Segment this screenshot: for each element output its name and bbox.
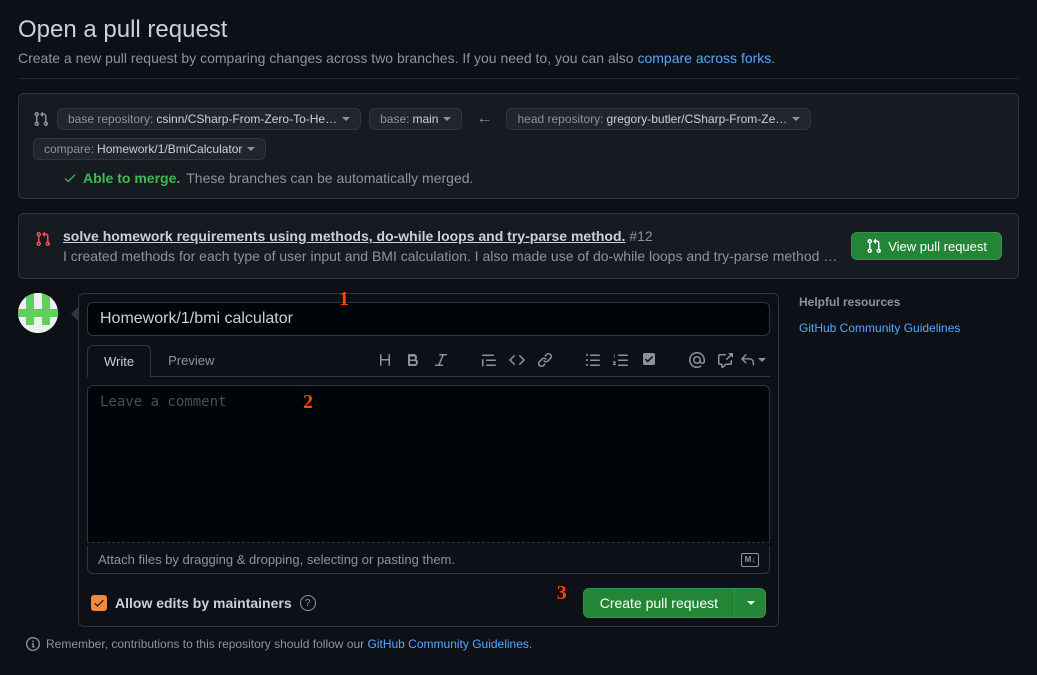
arrow-left-icon: ←	[470, 110, 498, 128]
comment-form: 1 Write Preview	[78, 293, 779, 627]
pull-request-icon	[35, 231, 51, 247]
existing-pr-number: #12	[629, 228, 652, 244]
bold-icon[interactable]	[400, 347, 426, 373]
info-icon	[26, 637, 40, 651]
info-icon[interactable]: ?	[300, 595, 316, 611]
existing-pr-banner: solve homework requirements using method…	[18, 213, 1019, 279]
avatar[interactable]	[18, 293, 58, 333]
link-icon[interactable]	[532, 347, 558, 373]
chevron-down-icon	[443, 117, 451, 121]
create-pull-request-dropdown[interactable]	[735, 588, 766, 618]
comment-textarea[interactable]	[87, 385, 770, 543]
check-icon	[63, 171, 77, 185]
italic-icon[interactable]	[428, 347, 454, 373]
existing-pr-title[interactable]: solve homework requirements using method…	[63, 228, 625, 244]
markdown-icon[interactable]: M↓	[741, 553, 759, 567]
tab-preview[interactable]: Preview	[151, 344, 231, 376]
tab-write[interactable]: Write	[87, 345, 151, 377]
guidelines-link[interactable]: GitHub Community Guidelines	[368, 637, 529, 651]
pull-request-icon	[866, 238, 882, 254]
create-pull-request-button[interactable]: Create pull request	[583, 588, 735, 618]
mention-icon[interactable]	[684, 347, 710, 373]
merge-status: Able to merge. These branches can be aut…	[33, 170, 1004, 186]
pr-title-input[interactable]	[87, 302, 770, 336]
divider	[18, 78, 1019, 79]
tasklist-icon[interactable]	[636, 347, 662, 373]
reply-icon[interactable]	[740, 347, 766, 373]
allow-edits-checkbox[interactable]	[91, 595, 107, 611]
view-pull-request-button[interactable]: View pull request	[851, 232, 1002, 260]
annotation-3: 3	[557, 582, 567, 605]
chevron-down-icon	[747, 601, 755, 605]
sidebar: Helpful resources GitHub Community Guide…	[799, 293, 1019, 627]
cross-reference-icon[interactable]	[712, 347, 738, 373]
chevron-down-icon	[247, 147, 255, 151]
attach-hint[interactable]: Attach files by dragging & dropping, sel…	[87, 546, 770, 574]
base-branch-selector[interactable]: base: main	[369, 108, 462, 130]
quote-icon[interactable]	[476, 347, 502, 373]
code-icon[interactable]	[504, 347, 530, 373]
contribution-note: Remember, contributions to this reposito…	[18, 637, 1019, 651]
compare-panel: base repository: csinn/CSharp-From-Zero-…	[18, 93, 1019, 199]
git-compare-icon	[33, 111, 49, 127]
chevron-down-icon	[792, 117, 800, 121]
compare-forks-link[interactable]: compare across forks	[637, 50, 771, 66]
page-subtitle: Create a new pull request by comparing c…	[18, 50, 1019, 66]
heading-icon[interactable]	[372, 347, 398, 373]
list-ordered-icon[interactable]	[608, 347, 634, 373]
allow-edits-label: Allow edits by maintainers	[115, 595, 292, 611]
compare-branch-selector[interactable]: compare: Homework/1/BmiCalculator	[33, 138, 266, 160]
sidebar-heading: Helpful resources	[799, 295, 1019, 309]
community-guidelines-link[interactable]: GitHub Community Guidelines	[799, 321, 960, 335]
chevron-down-icon	[342, 117, 350, 121]
base-repo-selector[interactable]: base repository: csinn/CSharp-From-Zero-…	[57, 108, 361, 130]
head-repo-selector[interactable]: head repository: gregory-butler/CSharp-F…	[506, 108, 811, 130]
page-title: Open a pull request	[18, 16, 1019, 44]
existing-pr-description: I created methods for each type of user …	[63, 248, 839, 264]
list-unordered-icon[interactable]	[580, 347, 606, 373]
